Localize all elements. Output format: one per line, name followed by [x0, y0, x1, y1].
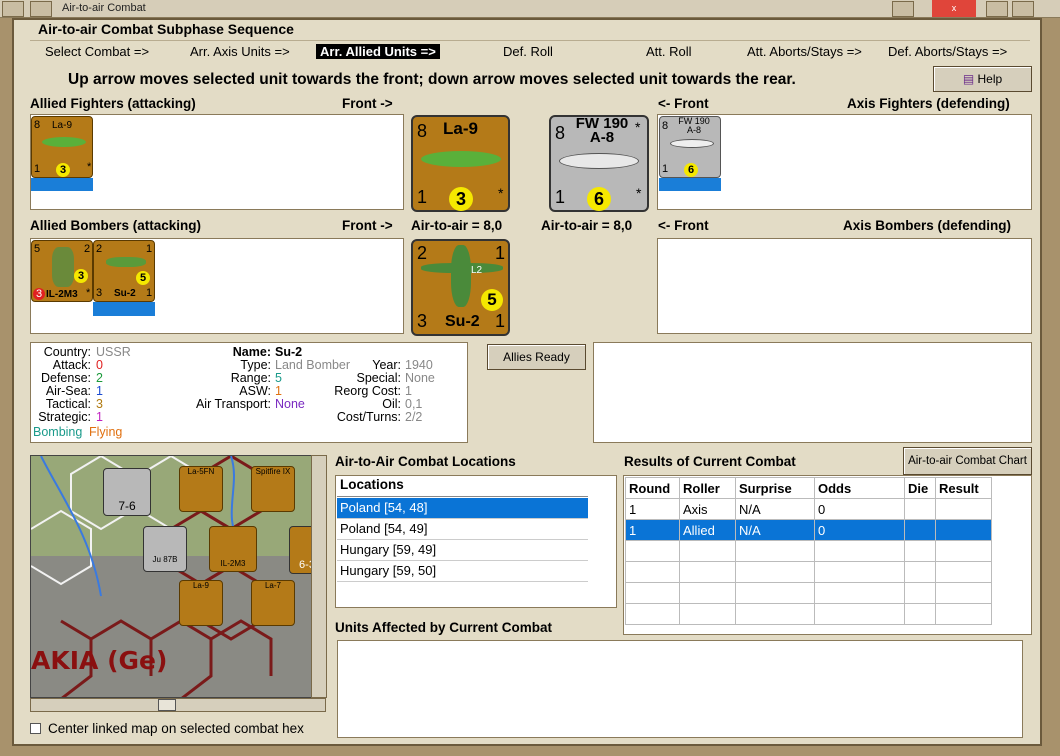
- axis-fighters-label: Axis Fighters (defending): [847, 96, 1010, 111]
- su2-small-counter[interactable]: 2 1 5 3 Su-2 1: [93, 240, 155, 302]
- mini-map[interactable]: 7-6 La-5FN Spitfire IX Ju 87B IL-2M3 La-…: [30, 455, 326, 698]
- minimize-button[interactable]: [892, 1, 914, 17]
- axis-bombers-label: Axis Bombers (defending): [843, 218, 1012, 233]
- front-left-label-2: <- Front: [658, 218, 709, 233]
- map-counter-la5fn[interactable]: La-5FN: [179, 466, 223, 512]
- wing-icon: [421, 263, 503, 273]
- map-counter-la7[interactable]: La-7: [251, 580, 295, 626]
- restore-button[interactable]: [30, 1, 52, 17]
- window-menu-button[interactable]: [1012, 1, 1034, 17]
- allies-ready-button[interactable]: Allies Ready: [487, 344, 586, 370]
- front-right-label: Front ->: [342, 96, 393, 111]
- map-scroll-thumb[interactable]: [158, 699, 176, 711]
- center-map-label: Center linked map on selected combat hex: [48, 721, 304, 736]
- message-panel: [593, 342, 1032, 443]
- plane-icon: [421, 151, 501, 167]
- table-row: [625, 540, 992, 562]
- table-header-row: Round Roller Surprise Odds Die Result: [625, 477, 992, 499]
- map-horizontal-scrollbar[interactable]: [30, 698, 326, 712]
- plane-icon: [670, 139, 714, 148]
- fw190-small-counter[interactable]: 8 FW 190 A-8 1 6: [659, 116, 721, 178]
- map-counter-ju87[interactable]: Ju 87B: [143, 526, 187, 572]
- book-icon: ▤: [962, 72, 975, 86]
- column-header: Round: [625, 477, 680, 499]
- seq-arr-allied[interactable]: Arr. Allied Units =>: [316, 44, 440, 59]
- allied-fighters-label: Allied Fighters (attacking): [30, 96, 196, 111]
- seq-arr-axis[interactable]: Arr. Axis Units =>: [190, 44, 290, 59]
- fw190-large-counter[interactable]: 8 FW 190 A-8 * 1 6 *: [549, 115, 649, 212]
- map-counter-la9[interactable]: La-9: [179, 580, 223, 626]
- seq-def-roll[interactable]: Def. Roll: [503, 44, 553, 59]
- list-item[interactable]: Hungary [59, 49]: [337, 540, 588, 561]
- affected-title: Units Affected by Current Combat: [335, 620, 553, 635]
- table-row[interactable]: 1 Allied N/A 0: [625, 519, 992, 541]
- allied-bombers-label: Allied Bombers (attacking): [30, 218, 202, 233]
- axis-bombers-box[interactable]: [657, 238, 1032, 334]
- plane-icon: [42, 137, 86, 147]
- su2-large-counter[interactable]: 2 1 L2 5 3 Su-2 1: [411, 239, 510, 336]
- column-header: Odds: [814, 477, 905, 499]
- seq-att-aborts[interactable]: Att. Aborts/Stays =>: [747, 44, 862, 59]
- table-row: [625, 582, 992, 604]
- seq-def-aborts[interactable]: Def. Aborts/Stays =>: [888, 44, 1007, 59]
- column-header: Surprise: [735, 477, 815, 499]
- table-row: [625, 603, 992, 625]
- odds-right: Air-to-air = 8,0: [541, 218, 633, 233]
- affected-units-panel: [337, 640, 1023, 738]
- map-region-label: AKIA (Ge): [31, 646, 168, 675]
- selection-bar: [93, 302, 155, 316]
- window-title: Air-to-air Combat: [62, 2, 146, 14]
- instruction-text: Up arrow moves selected unit towards the…: [68, 71, 796, 88]
- selection-bar: [659, 178, 721, 191]
- unit-details-panel: Country: USSR Attack: 0 Defense: 2 Air-S…: [30, 342, 468, 443]
- map-vertical-scrollbar[interactable]: [311, 455, 327, 698]
- results-table: Round Roller Surprise Odds Die Result 1A…: [625, 477, 992, 625]
- plane-icon: [52, 247, 74, 287]
- center-map-checkbox[interactable]: [30, 723, 41, 734]
- combat-chart-button[interactable]: Air-to-air Combat Chart: [903, 447, 1032, 475]
- plane-icon: [451, 245, 471, 307]
- odds-left: Air-to-air = 8,0: [411, 218, 503, 233]
- maximize-button[interactable]: [986, 1, 1008, 17]
- list-item[interactable]: Poland [54, 49]: [337, 519, 588, 540]
- close-button[interactable]: x: [932, 0, 976, 17]
- front-left-label: <- Front: [658, 96, 709, 111]
- title-bar: Air-to-air Combat x: [0, 0, 1060, 18]
- column-header: Roller: [679, 477, 736, 499]
- map-counter-infantry[interactable]: 7-6: [103, 468, 151, 516]
- table-row[interactable]: 1 Axis N/A 0: [625, 498, 992, 520]
- seq-select-combat[interactable]: Select Combat =>: [45, 44, 149, 59]
- selection-bar: [31, 178, 93, 191]
- plane-icon: [559, 153, 639, 169]
- system-menu-button[interactable]: [2, 1, 24, 17]
- sturmovik-counter[interactable]: 5 2 3 3 IL-2M3 *: [31, 240, 93, 302]
- help-label: Help: [977, 72, 1003, 86]
- sequence-title: Air-to-air Combat Subphase Sequence: [38, 21, 294, 37]
- la9-large-counter[interactable]: 8 La-9 1 3 *: [411, 115, 510, 212]
- results-title: Results of Current Combat: [624, 454, 796, 469]
- table-row: [625, 561, 992, 583]
- locations-title: Air-to-Air Combat Locations: [335, 454, 516, 469]
- help-button[interactable]: ▤ Help: [933, 66, 1032, 92]
- la9-small-counter[interactable]: 8 La-9 1 3 *: [31, 116, 93, 178]
- front-right-label-2: Front ->: [342, 218, 393, 233]
- list-item[interactable]: Poland [54, 48]: [337, 498, 588, 519]
- column-header: Die: [904, 477, 936, 499]
- column-header: Result: [935, 477, 992, 499]
- seq-att-roll[interactable]: Att. Roll: [646, 44, 692, 59]
- locations-header: Locations: [337, 477, 588, 497]
- list-item[interactable]: Hungary [59, 50]: [337, 561, 588, 582]
- plane-icon: [106, 257, 146, 267]
- map-counter-spitfire[interactable]: Spitfire IX: [251, 466, 295, 512]
- map-counter-il2[interactable]: IL-2M3: [209, 526, 257, 572]
- locations-items: Poland [54, 48] Poland [54, 49] Hungary …: [337, 498, 588, 582]
